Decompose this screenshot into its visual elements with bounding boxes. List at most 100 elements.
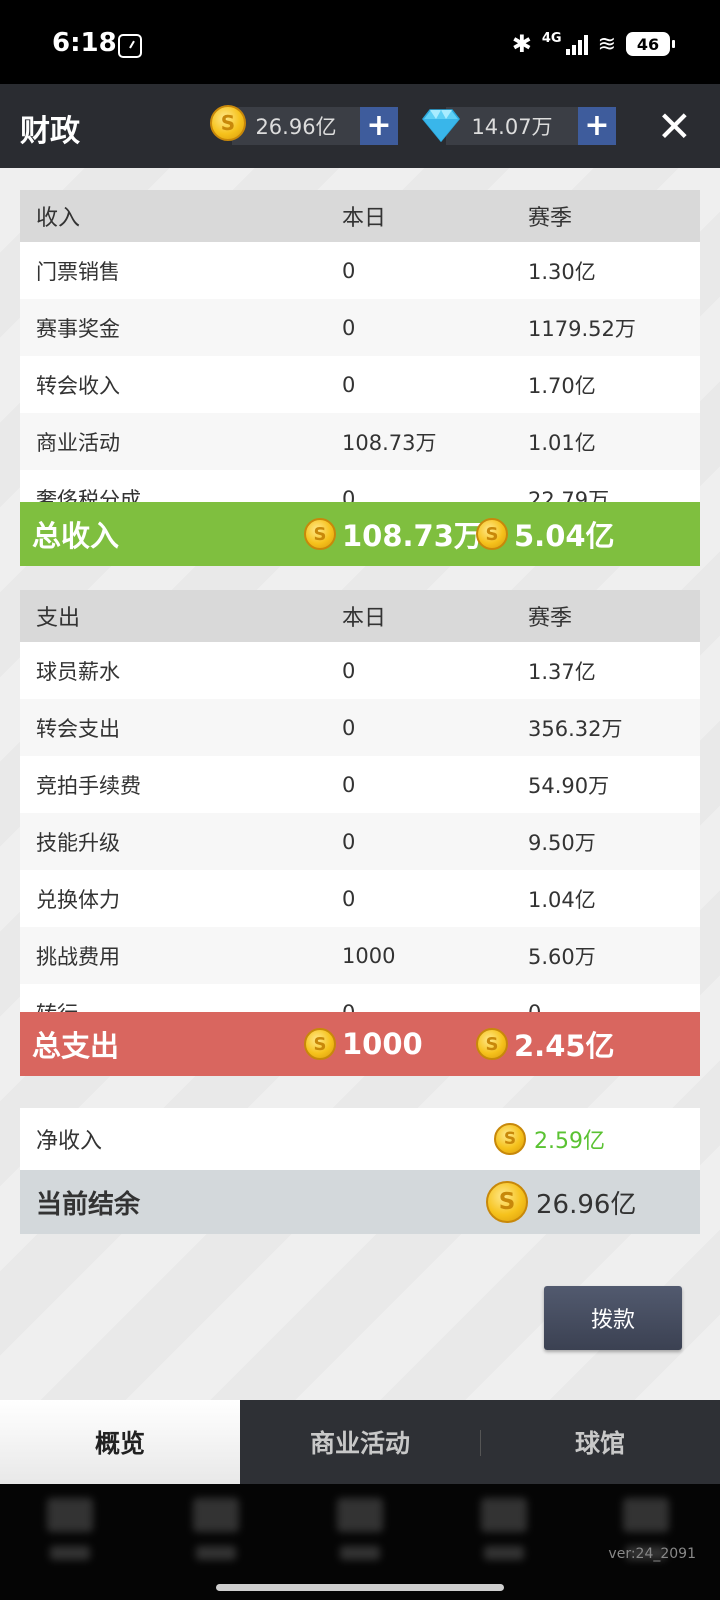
net-income-value: S 2.59亿 — [494, 1123, 605, 1155]
gem-amount: 14.07万 — [446, 107, 578, 145]
tab-divider — [480, 1430, 481, 1456]
net-income-label: 净收入 — [36, 1129, 103, 1154]
row-today: 0 — [342, 486, 356, 503]
home-indicator[interactable] — [216, 1584, 504, 1591]
income-total-today-value: 108.73万 — [342, 519, 483, 553]
net-income-amount: 2.59亿 — [534, 1129, 605, 1154]
table-row: 球员薪水 0 1.37亿 — [20, 642, 700, 699]
row-today: 1000 — [342, 943, 396, 968]
income-panel: 收入 本日 赛季 门票销售 0 1.30亿 赛事奖金 0 1179.52万 转会… — [20, 190, 700, 566]
table-row: 兑换体力 0 1.04亿 — [20, 870, 700, 927]
gold-coin-icon: S — [494, 1123, 526, 1155]
battery-icon: 46 — [626, 32, 675, 56]
row-season: 5.60万 — [528, 944, 596, 969]
row-label: 奢侈税分成 — [36, 487, 141, 503]
current-balance-row: 当前结余 S 26.96亿 — [20, 1170, 700, 1234]
add-gold-button[interactable]: + — [360, 107, 398, 145]
table-row: 赛事奖金 0 1179.52万 — [20, 299, 700, 356]
expense-total-label: 总支出 — [32, 1029, 120, 1063]
row-label: 兑换体力 — [36, 887, 120, 912]
gold-coin-icon: S — [476, 518, 508, 550]
row-season: 1.37亿 — [528, 659, 596, 684]
row-season: 1.70亿 — [528, 373, 596, 398]
add-gems-button[interactable]: + — [578, 107, 616, 145]
close-icon[interactable]: ✕ — [657, 102, 692, 151]
row-season: 54.90万 — [528, 773, 610, 798]
row-today: 0 — [342, 772, 356, 797]
row-label: 转会支出 — [36, 716, 120, 741]
tab-overview[interactable]: 概览 — [0, 1400, 240, 1484]
blurred-nav-item[interactable] — [40, 1498, 100, 1568]
expense-total-bar: 总支出 S 1000 S 2.45亿 — [20, 1012, 700, 1076]
network-type: 4G — [541, 30, 562, 46]
expense-header-today: 本日 — [342, 606, 387, 631]
row-label: 竞拍手续费 — [36, 773, 141, 798]
appropriate-funds-button[interactable]: 拨款 — [544, 1286, 682, 1350]
gold-coin-icon: S — [486, 1181, 528, 1223]
row-season: 1.04亿 — [528, 887, 596, 912]
gem-balance: 14.07万 + — [446, 106, 616, 146]
expense-table-header: 支出 本日 赛季 — [20, 590, 700, 642]
expense-header-category: 支出 — [36, 606, 81, 631]
row-today: 0 — [342, 715, 356, 740]
row-label: 商业活动 — [36, 430, 120, 455]
income-total-season: S 5.04亿 — [476, 513, 615, 555]
signal-icon — [565, 33, 588, 55]
blurred-nav-item[interactable] — [330, 1498, 390, 1568]
row-label: 球员薪水 — [36, 659, 120, 684]
table-row: 挑战费用 1000 5.60万 — [20, 927, 700, 984]
income-total-label: 总收入 — [32, 519, 120, 553]
income-header-today: 本日 — [342, 206, 387, 231]
tab-business-activity[interactable]: 商业活动 — [240, 1400, 480, 1484]
gold-coin-icon: S — [476, 1028, 508, 1060]
row-season: 22.79万 — [528, 487, 610, 503]
income-table-header: 收入 本日 赛季 — [20, 190, 700, 242]
expense-total-today: S 1000 — [304, 1027, 423, 1061]
row-label: 门票销售 — [36, 259, 120, 284]
table-row: 门票销售 0 1.30亿 — [20, 242, 700, 299]
expense-rows[interactable]: 球员薪水 0 1.37亿 转会支出 0 356.32万 竞拍手续费 0 54.9… — [20, 642, 700, 1012]
table-row: 奢侈税分成 0 22.79万 — [20, 470, 700, 502]
status-indicators: ✱ 4G ≋ 46 — [512, 30, 675, 58]
table-row: 转会支出 0 356.32万 — [20, 699, 700, 756]
row-season: 1.01亿 — [528, 430, 596, 455]
row-season: 1179.52万 — [528, 316, 636, 341]
row-today: 0 — [342, 658, 356, 683]
row-label: 转行 — [36, 998, 78, 1013]
income-total-today: S 108.73万 — [304, 513, 483, 555]
blurred-nav-item[interactable] — [474, 1498, 534, 1568]
row-today: 0 — [342, 886, 356, 911]
expense-total-season-value: 2.45亿 — [514, 1029, 615, 1063]
row-season: 0 — [528, 1001, 541, 1013]
expense-panel: 支出 本日 赛季 球员薪水 0 1.37亿 转会支出 0 356.32万 竞拍手… — [20, 590, 700, 1076]
finance-summary: 净收入 S 2.59亿 当前结余 S 26.96亿 — [20, 1108, 700, 1234]
table-row: 竞拍手续费 0 54.90万 — [20, 756, 700, 813]
expense-total-season: S 2.45亿 — [476, 1023, 615, 1065]
row-label: 赛事奖金 — [36, 316, 120, 341]
finance-tabs: 概览 商业活动 球馆 — [0, 1400, 720, 1484]
tab-arena[interactable]: 球馆 — [480, 1400, 720, 1484]
table-row: 技能升级 0 9.50万 — [20, 813, 700, 870]
current-balance-label: 当前结余 — [36, 1189, 141, 1220]
wifi-icon: ≋ — [597, 31, 616, 57]
income-rows[interactable]: 门票销售 0 1.30亿 赛事奖金 0 1179.52万 转会收入 0 1.70… — [20, 242, 700, 502]
gold-amount: 26.96亿 — [232, 107, 360, 145]
alarm-clock-icon — [118, 34, 142, 58]
table-row: 转会收入 0 1.70亿 — [20, 356, 700, 413]
row-label: 技能升级 — [36, 830, 120, 855]
row-label: 转会收入 — [36, 373, 120, 398]
version-label: ver:24_2091 — [608, 1546, 696, 1562]
expense-header-season: 赛季 — [528, 606, 573, 631]
current-balance-value: S 26.96亿 — [486, 1181, 636, 1223]
status-bar: 6:18 ✱ 4G ≋ 46 — [0, 0, 720, 84]
table-row: 商业活动 108.73万 1.01亿 — [20, 413, 700, 470]
income-total-bar: 总收入 S 108.73万 S 5.04亿 — [20, 502, 700, 566]
blurred-nav-item[interactable] — [186, 1498, 246, 1568]
expense-total-today-value: 1000 — [342, 1027, 423, 1061]
row-label: 挑战费用 — [36, 944, 120, 969]
row-today: 0 — [342, 372, 356, 397]
current-balance-amount: 26.96亿 — [536, 1189, 637, 1220]
row-today: 108.73万 — [342, 430, 437, 455]
diamond-gem-icon — [422, 109, 460, 142]
finance-header: 财政 S 26.96亿 + 14.07万 + ✕ — [0, 84, 720, 168]
